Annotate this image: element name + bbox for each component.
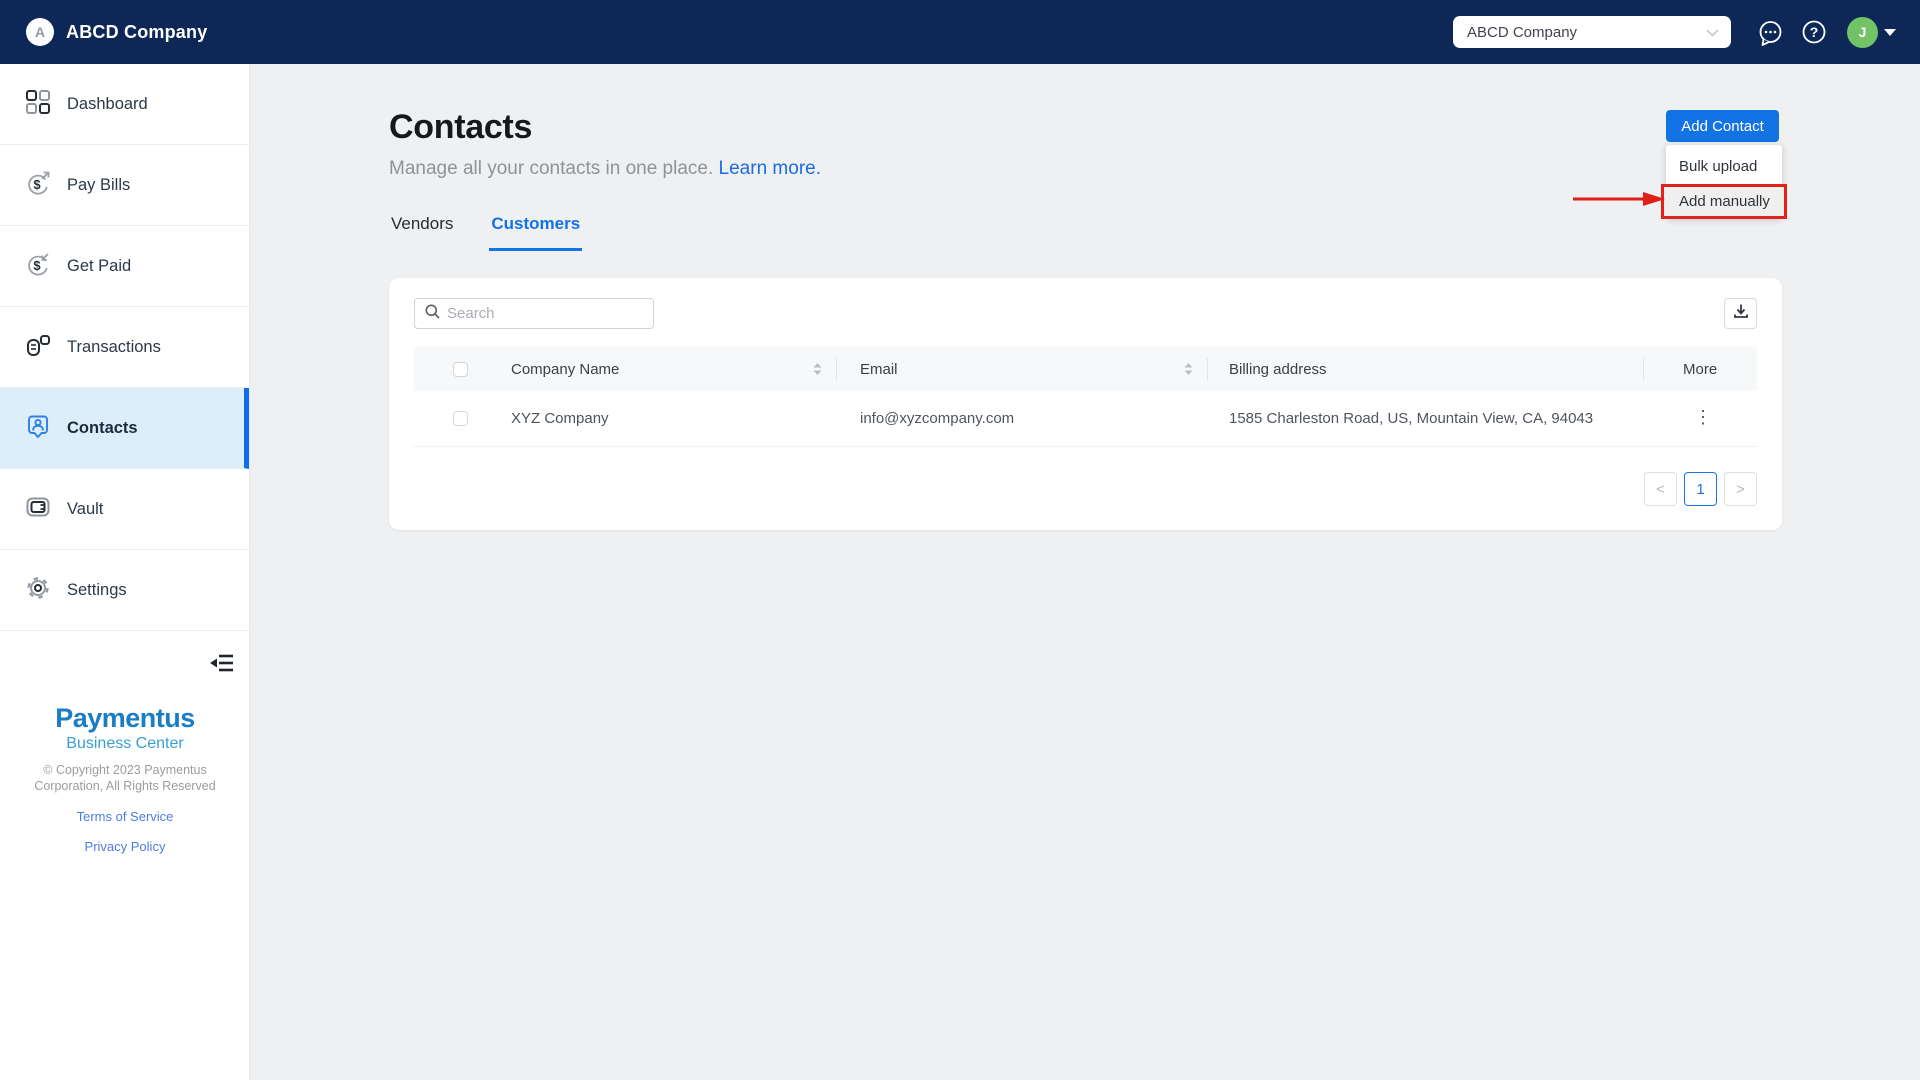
sidebar-item-dashboard[interactable]: Dashboard	[0, 64, 249, 145]
add-contact-button[interactable]: Add Contact	[1666, 110, 1779, 142]
svg-text:$: $	[33, 177, 41, 192]
cell-billing-address: 1585 Charleston Road, US, Mountain View,…	[1229, 410, 1594, 427]
pagination-page-1-button[interactable]: 1	[1684, 472, 1717, 506]
sidebar-label-settings: Settings	[67, 580, 127, 599]
table-header: Company Name Email Billing address More	[414, 347, 1757, 391]
user-menu-caret-icon[interactable]	[1884, 28, 1896, 36]
sidebar-item-transactions[interactable]: Transactions	[0, 307, 249, 388]
more-header-label: More	[1683, 360, 1718, 378]
select-all-checkbox[interactable]	[453, 361, 468, 377]
business-center-label: Business Center	[66, 735, 184, 752]
sidebar-label-dashboard: Dashboard	[67, 94, 148, 113]
row-checkbox[interactable]	[453, 411, 468, 426]
sidebar: Dashboard $ Pay Bills $ Get Paid Transac…	[0, 64, 250, 1080]
sidebar-collapse-icon[interactable]	[210, 652, 234, 679]
menu-item-add-manually[interactable]: Add manually	[1661, 184, 1787, 219]
billing-header-label: Billing address	[1229, 360, 1327, 378]
chevron-down-icon	[1706, 24, 1719, 41]
search-box	[414, 298, 654, 329]
page-subtitle-text: Manage all your contacts in one place.	[389, 158, 714, 179]
sidebar-label-vault: Vault	[67, 499, 104, 518]
svg-text:$: $	[33, 258, 41, 273]
table-row: XYZ Company info@xyzcompany.com 1585 Cha…	[414, 391, 1757, 447]
copyright-line-1: © Copyright 2023 Paymentus	[43, 763, 207, 777]
sidebar-item-vault[interactable]: Vault	[0, 469, 249, 550]
chat-icon[interactable]	[1757, 19, 1784, 46]
cell-email: info@xyzcompany.com	[860, 410, 1015, 427]
sidebar-label-transactions: Transactions	[67, 337, 161, 356]
contacts-tabs: Vendors Customers	[389, 214, 583, 251]
sidebar-item-settings[interactable]: Settings	[0, 550, 249, 631]
company-name-header-label: Company Name	[511, 360, 620, 378]
column-header-billing-address: Billing address	[1207, 347, 1643, 391]
pagination: < 1 >	[414, 472, 1757, 506]
dashboard-icon	[25, 89, 51, 120]
sidebar-item-contacts[interactable]: Contacts	[0, 388, 249, 469]
privacy-policy-link[interactable]: Privacy Policy	[0, 839, 250, 854]
page-subtitle: Manage all your contacts in one place. L…	[389, 158, 821, 180]
sort-icon[interactable]	[1184, 362, 1193, 380]
company-logo: A	[26, 18, 54, 46]
company-select-value: ABCD Company	[1467, 23, 1578, 41]
company-select-dropdown[interactable]: ABCD Company	[1453, 16, 1731, 48]
pagination-next-button[interactable]: >	[1724, 472, 1757, 506]
settings-icon	[25, 575, 51, 606]
company-name: ABCD Company	[66, 21, 208, 42]
annotation-arrow-icon	[1571, 190, 1667, 213]
contacts-card: Company Name Email Billi	[389, 278, 1782, 530]
tab-vendors[interactable]: Vendors	[389, 214, 455, 251]
add-contact-menu: Bulk upload Add manually	[1661, 145, 1787, 219]
download-icon	[1733, 303, 1749, 324]
sidebar-label-get-paid: Get Paid	[67, 256, 132, 275]
search-icon	[425, 304, 440, 324]
pay-bills-icon: $	[25, 170, 51, 201]
sidebar-footer: Paymentus Business Center © Copyright 20…	[0, 652, 250, 854]
search-input[interactable]	[447, 305, 646, 322]
copyright-line-2: Corporation, All Rights Reserved	[34, 779, 216, 793]
sidebar-label-contacts: Contacts	[67, 418, 138, 437]
card-toolbar	[414, 298, 1757, 329]
sidebar-item-pay-bills[interactable]: $ Pay Bills	[0, 145, 249, 226]
svg-text:?: ?	[1809, 24, 1818, 40]
column-header-more: More	[1643, 347, 1757, 391]
contacts-icon	[25, 413, 51, 444]
learn-more-link[interactable]: Learn more.	[719, 158, 821, 179]
sidebar-item-get-paid[interactable]: $ Get Paid	[0, 226, 249, 307]
transactions-icon	[25, 332, 51, 363]
sort-icon[interactable]	[813, 362, 822, 380]
page-title: Contacts	[389, 108, 533, 146]
column-header-email[interactable]: Email	[836, 347, 1207, 391]
user-avatar[interactable]: J	[1847, 16, 1878, 48]
terms-of-service-link[interactable]: Terms of Service	[0, 809, 250, 824]
tab-customers[interactable]: Customers	[489, 214, 583, 251]
topbar-right: ABCD Company ? J	[1453, 0, 1920, 64]
cell-company-name: XYZ Company	[511, 410, 609, 427]
download-button[interactable]	[1724, 298, 1757, 329]
column-header-company-name[interactable]: Company Name	[511, 347, 836, 391]
paymentus-logo: Paymentus	[55, 703, 195, 733]
sidebar-label-pay-bills: Pay Bills	[67, 175, 131, 194]
row-more-menu-icon[interactable]: ⋮	[1694, 407, 1712, 427]
main-content: Contacts Manage all your contacts in one…	[250, 64, 1920, 1080]
pagination-prev-button[interactable]: <	[1644, 472, 1677, 506]
menu-item-bulk-upload[interactable]: Bulk upload	[1666, 149, 1782, 184]
get-paid-icon: $	[25, 251, 51, 282]
email-header-label: Email	[860, 360, 898, 378]
vault-icon	[25, 494, 51, 525]
top-navbar: A ABCD Company ABCD Company ? J	[0, 0, 1920, 64]
help-icon[interactable]: ?	[1800, 19, 1827, 46]
